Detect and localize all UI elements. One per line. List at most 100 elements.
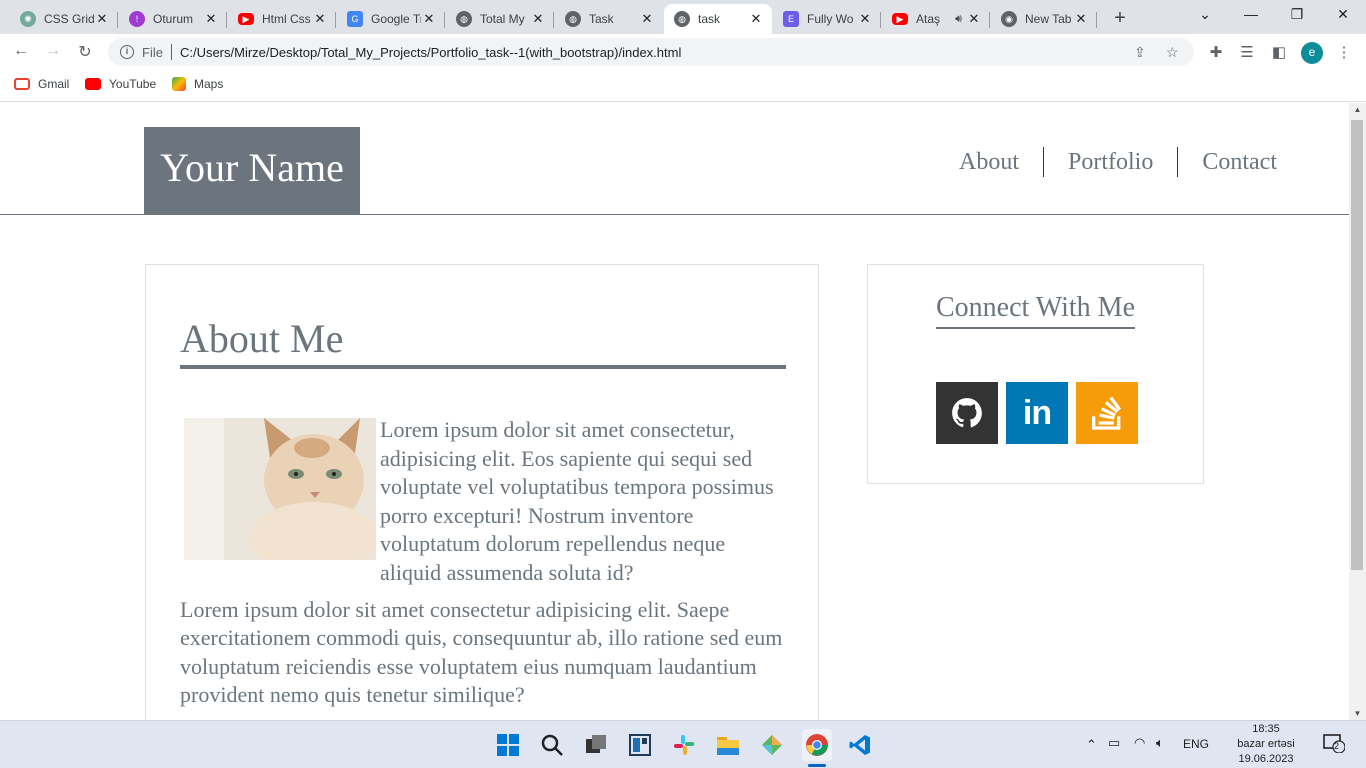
extensions-icon[interactable]: ✚ bbox=[1206, 43, 1226, 61]
clock[interactable]: 18:35 bazar ertəsi 19.06.2023 bbox=[1226, 722, 1306, 767]
profile-avatar[interactable]: e bbox=[1301, 42, 1323, 64]
nav-contact[interactable]: Contact bbox=[1178, 147, 1277, 177]
page-scrollbar[interactable]: ▲ ▼ bbox=[1349, 103, 1366, 720]
scroll-down-icon[interactable]: ▼ bbox=[1349, 709, 1366, 718]
site-info-icon[interactable]: i bbox=[120, 45, 134, 59]
about-card: About Me Lorem ipsum dolor sit amet cons… bbox=[145, 264, 819, 720]
bookmark-star-icon[interactable]: ☆ bbox=[1166, 44, 1179, 61]
close-tab-icon[interactable]: ✕ bbox=[421, 11, 437, 27]
browser-tab[interactable]: ◍ Total My ✕ bbox=[446, 4, 554, 34]
menu-icon[interactable]: ⋮ bbox=[1334, 43, 1354, 61]
scroll-up-icon[interactable]: ▲ bbox=[1349, 105, 1366, 114]
wifi-icon[interactable]: ◠ bbox=[1134, 735, 1145, 751]
close-tab-icon[interactable]: ✕ bbox=[639, 11, 655, 27]
restore-button[interactable]: ❐ bbox=[1282, 6, 1312, 23]
notifications-icon[interactable]: 2 bbox=[1322, 733, 1346, 755]
windows-taskbar: ⌃ ▭ ◠ 🔈︎ ENG 18:35 bazar ertəsi 19.06.20… bbox=[0, 720, 1366, 768]
maps-icon bbox=[172, 77, 186, 91]
tab-title: Html Css bbox=[262, 12, 311, 26]
back-button[interactable]: ← bbox=[10, 42, 32, 60]
new-tab-button[interactable]: + bbox=[1110, 7, 1130, 30]
browser-tab[interactable]: G Google Translate ✕ bbox=[337, 4, 445, 34]
browser-tab[interactable]: ◍ Task ✕ bbox=[555, 4, 663, 34]
close-tab-icon[interactable]: ✕ bbox=[748, 11, 764, 27]
notification-count: 2 bbox=[1334, 741, 1340, 751]
github-icon[interactable] bbox=[936, 382, 998, 444]
vscode-icon[interactable] bbox=[846, 731, 874, 759]
nav-about[interactable]: About bbox=[935, 147, 1044, 177]
globe-icon: ◍ bbox=[565, 11, 581, 27]
close-tab-icon[interactable]: ✕ bbox=[312, 11, 328, 27]
slack-icon[interactable] bbox=[670, 731, 698, 759]
bookmark-maps[interactable]: Maps bbox=[172, 77, 223, 91]
about-heading: About Me bbox=[180, 317, 786, 369]
oturum-icon: ! bbox=[129, 11, 145, 27]
browser-tab-active[interactable]: ◍ task ✕ bbox=[664, 4, 772, 34]
close-window-button[interactable]: ✕ bbox=[1328, 6, 1358, 23]
clock-date: 19.06.2023 bbox=[1238, 753, 1294, 765]
youtube-icon: ▶ bbox=[238, 13, 254, 25]
browser-toolbar: ← → ↻ i File C:/Users/Mirze/Desktop/Tota… bbox=[0, 34, 1366, 70]
bookmark-youtube[interactable]: YouTube bbox=[85, 77, 156, 91]
close-tab-icon[interactable]: ✕ bbox=[966, 11, 982, 27]
close-tab-icon[interactable]: ✕ bbox=[203, 11, 219, 27]
close-tab-icon[interactable]: ✕ bbox=[1073, 11, 1089, 27]
browser-tab[interactable]: ✺ CSS Grid ✕ bbox=[10, 4, 118, 34]
clock-day: bazar ertəsi bbox=[1237, 738, 1295, 750]
elementor-icon: E bbox=[783, 11, 799, 27]
browser-tab[interactable]: ▶ Ataş 🔊︎ ✕ bbox=[882, 4, 990, 34]
close-tab-icon[interactable]: ✕ bbox=[857, 11, 873, 27]
tab-title: New Tab bbox=[1025, 12, 1072, 26]
browser-tab[interactable]: ◉ New Tab ✕ bbox=[991, 4, 1097, 34]
chrome-taskbar-icon[interactable] bbox=[802, 729, 832, 761]
minimize-button[interactable]: — bbox=[1236, 6, 1266, 22]
url-text[interactable]: C:/Users/Mirze/Desktop/Total_My_Projects… bbox=[180, 45, 681, 60]
forward-button[interactable]: → bbox=[42, 42, 64, 60]
bookmark-label: YouTube bbox=[109, 77, 157, 91]
tab-title: Oturum bbox=[153, 12, 194, 26]
language-indicator[interactable]: ENG bbox=[1183, 737, 1209, 751]
volume-icon[interactable]: 🔈︎ bbox=[1156, 735, 1164, 751]
tab-title: Fully Wo bbox=[807, 12, 854, 26]
tab-title: Ataş bbox=[916, 12, 941, 26]
linkedin-icon[interactable]: in bbox=[1006, 382, 1068, 444]
browser-tab[interactable]: ▶ Html Css ✕ bbox=[228, 4, 336, 34]
address-bar[interactable]: i File C:/Users/Mirze/Desktop/Total_My_P… bbox=[108, 38, 1194, 66]
stackoverflow-icon[interactable] bbox=[1076, 382, 1138, 444]
connect-heading: Connect With Me bbox=[936, 291, 1135, 329]
bookmarks-bar: Gmail YouTube Maps bbox=[0, 70, 1366, 102]
search-icon[interactable] bbox=[538, 731, 566, 759]
clock-time: 18:35 bbox=[1252, 723, 1280, 735]
share-icon[interactable]: ⇪ bbox=[1134, 44, 1146, 61]
bookmark-label: Gmail bbox=[38, 77, 70, 91]
widgets-icon[interactable] bbox=[626, 731, 654, 759]
close-tab-icon[interactable]: ✕ bbox=[530, 11, 546, 27]
reload-button[interactable]: ↻ bbox=[74, 42, 96, 62]
app-diamond-icon[interactable] bbox=[758, 731, 786, 759]
side-panel-icon[interactable]: ◧ bbox=[1269, 43, 1289, 61]
bookmark-gmail[interactable]: Gmail bbox=[14, 77, 69, 91]
file-explorer-icon[interactable] bbox=[714, 731, 742, 759]
battery-icon[interactable]: ▭ bbox=[1108, 735, 1120, 751]
connect-card: Connect With Me in bbox=[867, 264, 1204, 484]
tab-strip: ✺ CSS Grid ✕ ! Oturum ✕ ▶ Html Css ✕ G G… bbox=[0, 0, 1366, 34]
browser-tab[interactable]: E Fully Wo ✕ bbox=[773, 4, 881, 34]
about-body: Lorem ipsum dolor sit amet consectetur, … bbox=[180, 416, 786, 718]
audio-playing-icon[interactable]: 🔊︎ bbox=[955, 13, 962, 26]
windows-start-icon[interactable] bbox=[494, 731, 522, 759]
chrome-icon: ◉ bbox=[1001, 11, 1017, 27]
media-controls-icon[interactable]: ☰ bbox=[1237, 43, 1257, 61]
task-view-icon[interactable] bbox=[582, 731, 610, 759]
scrollbar-thumb[interactable] bbox=[1351, 120, 1363, 570]
youtube-icon bbox=[85, 78, 101, 90]
tab-title: Google Translate bbox=[371, 12, 421, 26]
browser-tab[interactable]: ! Oturum ✕ bbox=[119, 4, 227, 34]
chevron-up-icon[interactable]: ⌃ bbox=[1086, 737, 1097, 753]
tab-search-icon[interactable]: ⌄ bbox=[1190, 6, 1220, 23]
brand-logo[interactable]: Your Name bbox=[144, 127, 360, 215]
close-tab-icon[interactable]: ✕ bbox=[94, 11, 110, 27]
globe-icon: ◍ bbox=[674, 11, 690, 27]
nav-portfolio[interactable]: Portfolio bbox=[1044, 147, 1179, 177]
web-page: Your Name About Portfolio Contact About … bbox=[0, 103, 1349, 720]
youtube-icon: ▶ bbox=[892, 13, 908, 25]
